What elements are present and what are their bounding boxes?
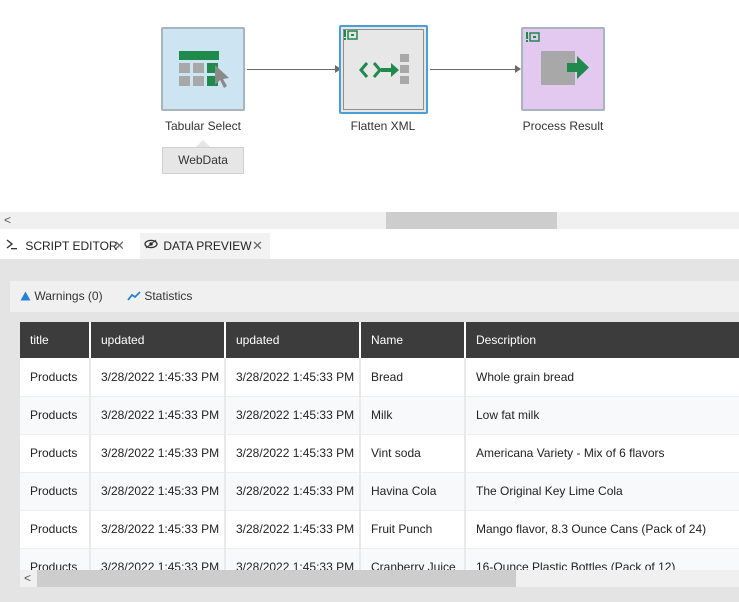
statistics-icon (127, 291, 141, 301)
column-header[interactable]: Name (360, 322, 466, 358)
connector-line (430, 69, 518, 70)
node-process-result[interactable] (521, 27, 605, 111)
node-label: Tabular Select (164, 119, 242, 133)
table-cell: Products (20, 548, 91, 572)
canvas-horizontal-scrollbar[interactable]: < (0, 212, 739, 229)
grid-header-row: title updated updated Name Description (20, 322, 739, 358)
table-cell: Bread (360, 358, 466, 397)
table-cell: Products (20, 434, 91, 473)
statistics-button[interactable]: Statistics (127, 281, 192, 312)
table-select-icon (179, 51, 229, 88)
process-result-icon (541, 51, 589, 85)
close-icon[interactable]: ✕ (114, 233, 125, 259)
preview-toolbar: Warnings (0) Statistics (10, 281, 739, 312)
tab-script-editor[interactable]: SCRIPT EDITOR ✕ (0, 233, 137, 259)
table-cell: Products (20, 396, 91, 435)
close-icon[interactable]: ✕ (252, 233, 263, 259)
table-cell: 3/28/2022 1:45:33 PM (90, 548, 226, 572)
node-label: Flatten XML (350, 119, 416, 133)
table-cell: 3/28/2022 1:45:33 PM (90, 396, 226, 435)
column-header[interactable]: Description (465, 322, 739, 358)
table-cell: 3/28/2022 1:45:33 PM (225, 358, 361, 397)
table-row[interactable]: Products 3/28/2022 1:45:33 PM 3/28/2022 … (20, 472, 739, 511)
panel-tab-bar: SCRIPT EDITOR ✕ DATA PREVIEW ✕ (0, 233, 739, 259)
node-label: Process Result (522, 119, 604, 133)
table-cell: 3/28/2022 1:45:33 PM (90, 510, 226, 549)
warnings-button[interactable]: Warnings (0) (20, 281, 103, 312)
warning-icon (20, 291, 31, 301)
table-cell: Whole grain bread (465, 358, 739, 397)
table-cell: Fruit Punch (360, 510, 466, 549)
table-row[interactable]: Products 3/28/2022 1:45:33 PM 3/28/2022 … (20, 548, 739, 572)
tab-data-preview[interactable]: DATA PREVIEW ✕ (140, 233, 270, 259)
table-cell: Mango flavor, 8.3 Ounce Cans (Pack of 24… (465, 510, 739, 549)
scrollbar-thumb[interactable] (386, 212, 557, 229)
data-grid: title updated updated Name Description P… (20, 322, 739, 572)
table-cell: Havina Cola (360, 472, 466, 511)
table-cell: 3/28/2022 1:45:33 PM (225, 434, 361, 473)
table-cell: Cranberry Juice (360, 548, 466, 572)
scroll-left-icon[interactable]: < (24, 570, 31, 587)
data-preview-panel: Warnings (0) Statistics title updated up… (0, 259, 739, 602)
table-row[interactable]: Products 3/28/2022 1:45:33 PM 3/28/2022 … (20, 510, 739, 549)
source-tag[interactable]: WebData (162, 147, 244, 174)
flow-canvas[interactable]: Tabular Select Flatten XML Process Resul… (0, 0, 739, 212)
grid-horizontal-scrollbar[interactable]: < (20, 570, 739, 587)
warnings-label: Warnings (0) (34, 289, 103, 303)
table-cell: Low fat milk (465, 396, 739, 435)
table-cell: 3/28/2022 1:45:33 PM (225, 510, 361, 549)
scrollbar-thumb[interactable] (37, 570, 516, 587)
column-header[interactable]: updated (90, 322, 226, 358)
connector-line (247, 69, 339, 70)
table-cell: Products (20, 358, 91, 397)
table-cell: 3/28/2022 1:45:33 PM (225, 472, 361, 511)
flatten-xml-icon (359, 54, 409, 84)
table-cell: 3/28/2022 1:45:33 PM (90, 434, 226, 473)
tab-label: DATA PREVIEW (163, 239, 252, 253)
table-cell: 16-Ounce Plastic Bottles (Pack of 12) (465, 548, 739, 572)
column-header[interactable]: title (20, 322, 91, 358)
table-cell: 3/28/2022 1:45:33 PM (225, 396, 361, 435)
table-cell: 3/28/2022 1:45:33 PM (90, 358, 226, 397)
table-cell: 3/28/2022 1:45:33 PM (90, 472, 226, 511)
terminal-icon (6, 233, 22, 259)
scroll-left-icon[interactable]: < (4, 212, 11, 229)
table-row[interactable]: Products 3/28/2022 1:45:33 PM 3/28/2022 … (20, 396, 739, 435)
table-cell: Milk (360, 396, 466, 435)
table-cell: Products (20, 472, 91, 511)
tag-pointer (196, 140, 210, 147)
table-cell: Americana Variety - Mix of 6 flavors (465, 434, 739, 473)
table-row[interactable]: Products 3/28/2022 1:45:33 PM 3/28/2022 … (20, 434, 739, 473)
statistics-label: Statistics (144, 289, 193, 303)
table-cell: 3/28/2022 1:45:33 PM (225, 548, 361, 572)
node-tabular-select[interactable] (161, 27, 245, 111)
table-cell: Vint soda (360, 434, 466, 473)
node-flatten-xml[interactable] (339, 25, 428, 114)
column-header[interactable]: updated (225, 322, 361, 358)
table-row[interactable]: Products 3/28/2022 1:45:33 PM 3/28/2022 … (20, 358, 739, 397)
table-cell: Products (20, 510, 91, 549)
tab-label: SCRIPT EDITOR (25, 239, 118, 253)
eye-icon (144, 233, 160, 259)
table-cell: The Original Key Lime Cola (465, 472, 739, 511)
